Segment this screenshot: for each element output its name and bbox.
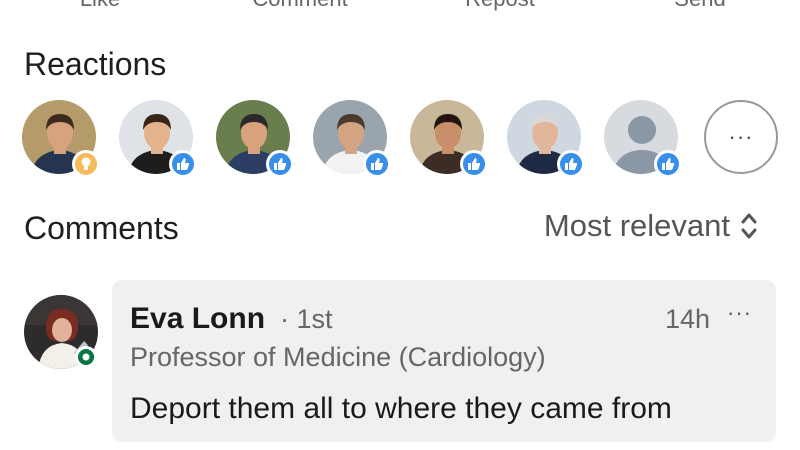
insightful-reaction-icon bbox=[72, 150, 100, 178]
comment-more-options-button[interactable]: ··· bbox=[727, 300, 752, 326]
reactor-avatar[interactable] bbox=[313, 100, 391, 178]
reactor-avatar[interactable] bbox=[119, 100, 197, 178]
reactions-list: ··· bbox=[22, 100, 782, 178]
comment-bubble: Eva Lonn · 1st 14h ··· Professor of Medi… bbox=[112, 280, 776, 442]
like-reaction-icon bbox=[363, 150, 391, 178]
avatar bbox=[24, 295, 98, 369]
post-action-bar: Like Comment Repost Send bbox=[0, 0, 800, 14]
like-reaction-icon bbox=[460, 150, 488, 178]
sort-label: Most relevant bbox=[543, 208, 730, 243]
like-reaction-icon bbox=[266, 150, 294, 178]
author-headline: Professor of Medicine (Cardiology) bbox=[130, 342, 546, 372]
reactor-avatar[interactable] bbox=[216, 100, 294, 178]
comments-heading: Comments bbox=[24, 210, 179, 246]
like-action-button[interactable]: Like bbox=[80, 0, 120, 12]
more-reactions-button[interactable]: ··· bbox=[704, 100, 778, 174]
reactor-avatar[interactable] bbox=[604, 100, 682, 178]
like-reaction-icon bbox=[557, 150, 585, 178]
sort-chevrons-icon bbox=[741, 213, 757, 239]
comment-text: Deport them all to where they came from bbox=[130, 392, 672, 425]
reactor-avatar[interactable] bbox=[410, 100, 488, 178]
send-action-button[interactable]: Send bbox=[674, 0, 725, 12]
comment-sort-dropdown[interactable]: Most relevant bbox=[544, 208, 758, 244]
comment-action-button[interactable]: Comment bbox=[252, 0, 347, 12]
comment-author-name[interactable]: Eva Lonn bbox=[130, 302, 265, 336]
comment-timestamp: 14h bbox=[664, 304, 710, 334]
commenter-avatar[interactable] bbox=[24, 295, 100, 371]
more-reactions-label: ··· bbox=[728, 124, 754, 149]
reactions-heading: Reactions bbox=[24, 46, 167, 82]
like-reaction-icon bbox=[654, 150, 682, 178]
reactor-avatar[interactable] bbox=[507, 100, 585, 178]
like-reaction-icon bbox=[169, 150, 197, 178]
post-detail: Like Comment Repost Send Reactions ··· C… bbox=[0, 0, 800, 450]
connection-degree: · 1st bbox=[280, 304, 333, 334]
repost-action-button[interactable]: Repost bbox=[465, 0, 535, 12]
reactor-avatar[interactable] bbox=[22, 100, 100, 178]
